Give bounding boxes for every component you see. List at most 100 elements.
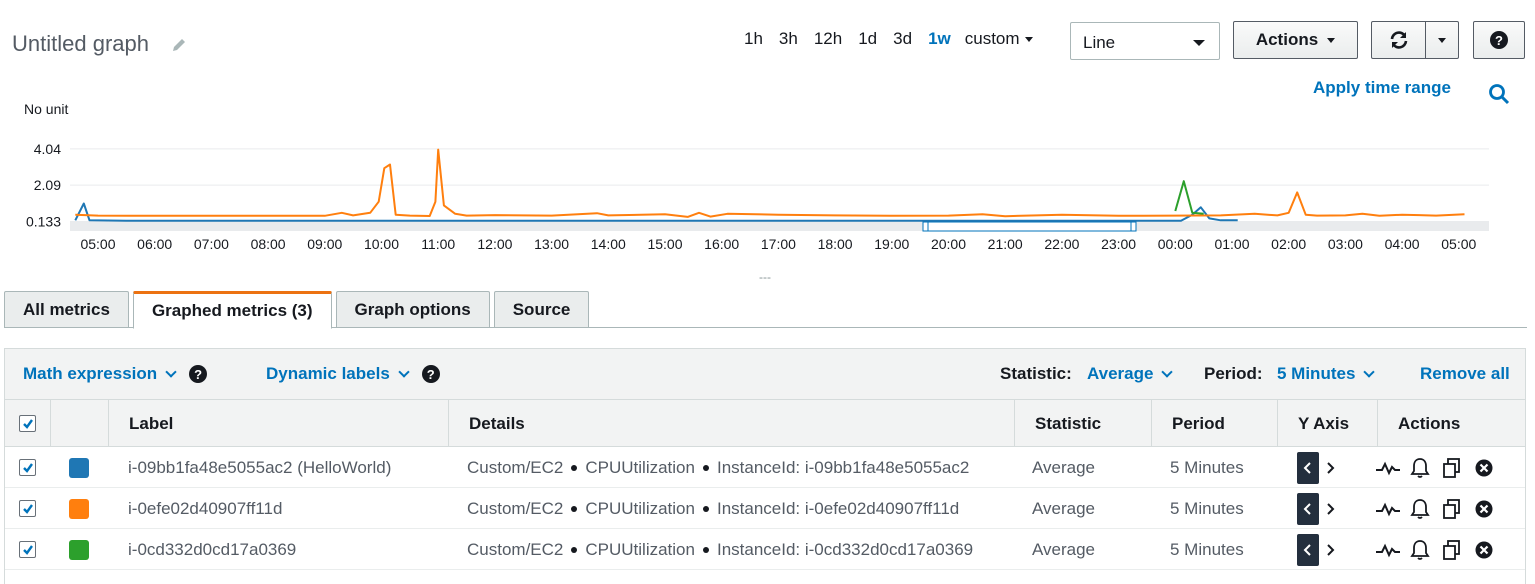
series-color-swatch[interactable] xyxy=(69,539,89,560)
remove-icon[interactable] xyxy=(1471,456,1497,480)
period-dropdown[interactable]: 5 Minutes xyxy=(1277,364,1376,384)
tab-graph-options[interactable]: Graph options xyxy=(335,291,490,328)
x-tick-label: 08:00 xyxy=(251,236,286,252)
help-button[interactable]: ? xyxy=(1473,21,1525,59)
row-period[interactable]: 5 Minutes xyxy=(1170,447,1244,488)
alarm-bell-icon[interactable] xyxy=(1407,538,1433,562)
remove-all-link[interactable]: Remove all xyxy=(1420,364,1510,384)
graph-type-select[interactable]: Line xyxy=(1070,22,1220,60)
table-header: Label Details Statistic Period Y Axis Ac… xyxy=(5,400,1525,447)
row-actions xyxy=(1375,447,1503,488)
series-color-swatch[interactable] xyxy=(69,498,89,519)
chevron-left-icon xyxy=(1303,543,1311,556)
alarm-bell-icon[interactable] xyxy=(1407,456,1433,480)
range-1h[interactable]: 1h xyxy=(736,29,771,49)
copy-icon[interactable] xyxy=(1439,538,1465,562)
y-axis-left-button[interactable] xyxy=(1297,451,1319,484)
remove-icon[interactable] xyxy=(1471,497,1497,521)
time-range-selector: 1h 3h 12h 1d 3d 1w custom xyxy=(736,29,1041,49)
metric-graph-icon[interactable] xyxy=(1375,456,1401,480)
graph-type-value: Line xyxy=(1083,33,1116,52)
row-period[interactable]: 5 Minutes xyxy=(1170,529,1244,570)
chevron-down-icon xyxy=(1161,365,1174,378)
row-checkbox[interactable] xyxy=(19,500,36,517)
x-tick-label: 06:00 xyxy=(137,236,172,252)
copy-icon[interactable] xyxy=(1439,456,1465,480)
separator-dot xyxy=(702,546,709,553)
range-3h[interactable]: 3h xyxy=(771,29,806,49)
column-actions[interactable]: Actions xyxy=(1377,400,1527,447)
row-statistic[interactable]: Average xyxy=(1032,529,1095,570)
copy-icon[interactable] xyxy=(1439,497,1465,521)
y-tick-label: 4.04 xyxy=(34,141,61,157)
row-period[interactable]: 5 Minutes xyxy=(1170,488,1244,529)
row-metric: CPUUtilization xyxy=(585,539,695,559)
series-color-swatch[interactable] xyxy=(69,457,89,478)
metrics-line-chart[interactable]: No unit 4.04 2.09 0.133 05:00 06:00 07:00 08:00… xyxy=(0,95,1535,290)
range-1d[interactable]: 1d xyxy=(850,29,885,49)
y-axis-right-button[interactable] xyxy=(1319,534,1341,566)
statistic-dropdown[interactable]: Average xyxy=(1087,364,1174,384)
column-statistic[interactable]: Statistic xyxy=(1014,400,1151,447)
refresh-options-button[interactable] xyxy=(1425,21,1459,59)
table-row: i-0cd332d0cd17a0369 Custom/EC2 CPUUtiliz… xyxy=(5,529,1525,570)
x-tick-label: 21:00 xyxy=(988,236,1023,252)
column-details[interactable]: Details xyxy=(448,400,1014,447)
tab-all-metrics[interactable]: All metrics xyxy=(4,291,129,328)
y-axis-right-button[interactable] xyxy=(1319,452,1341,484)
caret-down-icon xyxy=(1024,37,1033,43)
chevron-left-icon xyxy=(1303,461,1311,474)
resize-handle: --- xyxy=(759,270,771,284)
alarm-bell-icon[interactable] xyxy=(1407,497,1433,521)
row-dimension: InstanceId: i-0cd332d0cd17a0369 xyxy=(716,539,974,559)
column-y-axis[interactable]: Y Axis xyxy=(1277,400,1377,447)
column-label[interactable]: Label xyxy=(108,400,448,447)
row-label[interactable]: i-0cd332d0cd17a0369 xyxy=(128,529,296,570)
x-tick-label: 17:00 xyxy=(761,236,796,252)
help-icon[interactable]: ? xyxy=(421,365,440,383)
chevron-right-icon xyxy=(1327,543,1335,556)
time-brush-track xyxy=(70,222,1489,231)
row-color-cell xyxy=(69,529,89,570)
time-brush-selection xyxy=(924,221,1135,232)
math-expression-label: Math expression xyxy=(23,364,158,383)
checkmark-icon xyxy=(22,462,33,473)
row-y-axis xyxy=(1297,529,1341,570)
checkmark-icon xyxy=(22,544,33,555)
x-tick-label: 00:00 xyxy=(1158,236,1193,252)
pencil-icon[interactable] xyxy=(170,36,188,54)
row-statistic[interactable]: Average xyxy=(1032,488,1095,529)
refresh-button[interactable] xyxy=(1371,21,1426,59)
row-namespace: Custom/EC2 xyxy=(467,539,564,559)
actions-button[interactable]: Actions xyxy=(1233,21,1358,59)
row-checkbox[interactable] xyxy=(19,459,36,476)
row-checkbox-cell xyxy=(19,488,36,529)
row-checkbox[interactable] xyxy=(19,541,36,558)
math-expression-dropdown[interactable]: Math expression ? xyxy=(23,364,208,384)
range-12h[interactable]: 12h xyxy=(806,29,850,49)
y-axis-left-button[interactable] xyxy=(1297,533,1319,566)
separator-dot xyxy=(702,505,709,512)
row-checkbox-cell xyxy=(19,529,36,570)
select-all-checkbox[interactable] xyxy=(19,415,36,432)
column-period[interactable]: Period xyxy=(1151,400,1277,447)
table-row: i-0efe02d40907ff11d Custom/EC2 CPUUtiliz… xyxy=(5,488,1525,529)
help-icon[interactable]: ? xyxy=(189,365,208,383)
y-axis-right-button[interactable] xyxy=(1319,493,1341,525)
row-label[interactable]: i-0efe02d40907ff11d xyxy=(128,488,282,529)
tab-source[interactable]: Source xyxy=(493,291,590,328)
row-label[interactable]: i-09bb1fa48e5055ac2 (HelloWorld) xyxy=(128,447,391,488)
range-custom[interactable]: custom xyxy=(959,29,1041,49)
y-axis-left-button[interactable] xyxy=(1297,492,1319,525)
actions-button-label: Actions xyxy=(1255,30,1319,49)
metric-graph-icon[interactable] xyxy=(1375,497,1401,521)
range-3d[interactable]: 3d xyxy=(885,29,920,49)
range-1w[interactable]: 1w xyxy=(920,29,959,49)
tab-graphed-metrics[interactable]: Graphed metrics (3) xyxy=(132,291,332,329)
chevron-down-icon xyxy=(398,365,410,378)
dynamic-labels-dropdown[interactable]: Dynamic labels ? xyxy=(266,364,440,384)
remove-icon[interactable] xyxy=(1471,538,1497,562)
metric-graph-icon[interactable] xyxy=(1375,538,1401,562)
x-tick-label: 03:00 xyxy=(1328,236,1363,252)
row-statistic[interactable]: Average xyxy=(1032,447,1095,488)
